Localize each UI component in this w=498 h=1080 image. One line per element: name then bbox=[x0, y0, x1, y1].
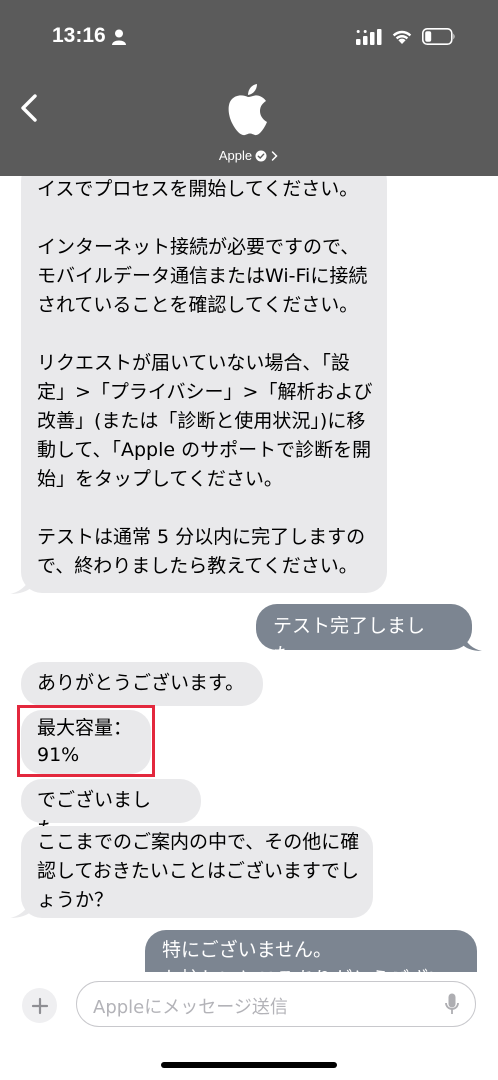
message-bubble-incoming: イスでプロセスを開始してください。 インターネット接続が必要ですので、モバイルデ… bbox=[21, 160, 387, 593]
highlight-box bbox=[17, 705, 155, 777]
message-bubble-incoming: ありがとうございます。 bbox=[21, 662, 263, 706]
add-attachment-button[interactable] bbox=[22, 988, 57, 1023]
signal-icon bbox=[356, 29, 382, 45]
message-bubble-outgoing: テスト完了しました。 bbox=[256, 604, 472, 666]
wifi-icon bbox=[392, 30, 412, 44]
person-icon bbox=[112, 29, 126, 45]
message-bubble-incoming: ここまでのご案内の中で、その他に確認しておきたいことはございますでしょうか？ bbox=[21, 826, 373, 918]
bubble-tail bbox=[10, 899, 32, 918]
status-time: 13:16 bbox=[52, 24, 106, 47]
message-bubble-incoming: でございました。 bbox=[21, 779, 201, 840]
back-chevron-icon[interactable] bbox=[20, 94, 38, 122]
microphone-icon[interactable] bbox=[445, 993, 459, 1017]
bubble-tail bbox=[10, 575, 32, 594]
compose-bar: Appleにメッセージ送信 bbox=[0, 972, 498, 1080]
battery-icon bbox=[422, 28, 455, 45]
message-input[interactable]: Appleにメッセージ送信 bbox=[76, 981, 476, 1027]
contact-name: Apple bbox=[218, 148, 253, 163]
chevron-right-icon bbox=[271, 151, 278, 161]
verified-badge-icon bbox=[255, 150, 267, 162]
home-indicator bbox=[161, 1062, 337, 1068]
apple-logo-icon[interactable] bbox=[224, 83, 272, 137]
plus-icon bbox=[31, 997, 48, 1014]
contact-name-button[interactable]: Apple bbox=[0, 148, 498, 163]
bubble-tail bbox=[462, 632, 482, 651]
message-input-placeholder: Appleにメッセージ送信 bbox=[93, 997, 288, 1018]
conversation-header: 13:16 Apple bbox=[0, 0, 498, 176]
